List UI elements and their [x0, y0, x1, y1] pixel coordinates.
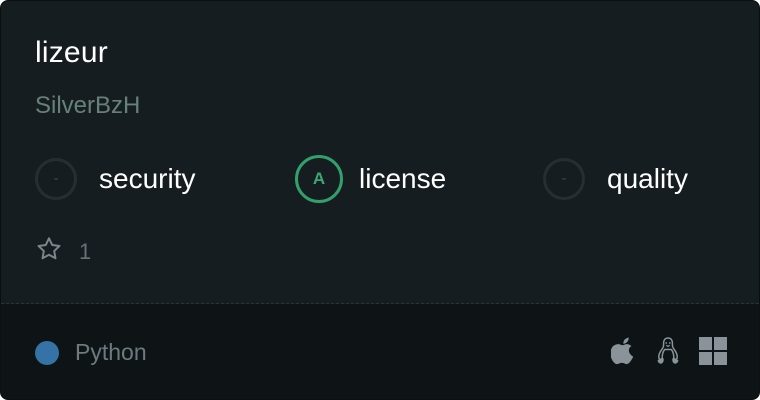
card-footer: Python: [1, 304, 759, 399]
repo-owner[interactable]: SilverBzH: [35, 90, 140, 122]
language-name: Python: [75, 339, 147, 365]
repo-name[interactable]: lizeur: [35, 35, 108, 71]
windows-icon: [699, 337, 727, 365]
repo-card[interactable]: lizeur SilverBzH - security A license - …: [0, 0, 760, 400]
license-grade-badge: A: [295, 155, 343, 203]
quality-label: quality: [607, 163, 688, 194]
score-license[interactable]: A license: [295, 155, 447, 203]
stars-value: 1: [79, 238, 92, 264]
security-grade-badge: -: [35, 158, 77, 200]
score-quality[interactable]: - quality: [543, 156, 688, 202]
star-icon: [35, 235, 63, 268]
star-count[interactable]: 1: [35, 235, 91, 268]
license-label: license: [359, 163, 447, 194]
score-security[interactable]: - security: [35, 156, 195, 202]
language-info: Python: [35, 339, 147, 366]
platform-list: [611, 336, 727, 366]
quality-grade-badge: -: [543, 158, 585, 200]
language-color-dot: [35, 340, 59, 365]
linux-icon: [655, 336, 681, 366]
apple-icon: [611, 336, 637, 366]
security-label: security: [99, 163, 196, 194]
